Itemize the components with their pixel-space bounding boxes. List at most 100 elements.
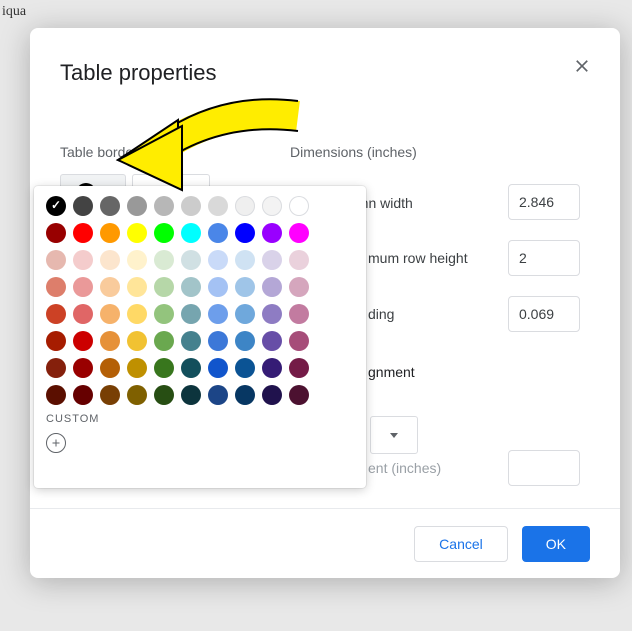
color-swatch[interactable] <box>127 196 147 216</box>
color-swatch[interactable] <box>127 304 147 324</box>
column-width-input[interactable] <box>508 184 580 220</box>
color-swatch[interactable] <box>262 331 282 351</box>
color-swatch[interactable] <box>208 223 228 243</box>
color-picker-popup: CUSTOM <box>34 186 366 488</box>
color-swatch[interactable] <box>289 196 309 216</box>
color-swatch[interactable] <box>208 196 228 216</box>
color-swatch[interactable] <box>73 385 93 405</box>
color-swatch[interactable] <box>46 250 66 270</box>
color-swatch-grid <box>46 196 354 405</box>
color-swatch[interactable] <box>100 277 120 297</box>
color-swatch[interactable] <box>289 331 309 351</box>
cell-padding-label: ding <box>368 306 394 322</box>
cell-padding-input[interactable] <box>508 296 580 332</box>
color-swatch[interactable] <box>289 250 309 270</box>
color-swatch[interactable] <box>46 304 66 324</box>
color-swatch[interactable] <box>154 304 174 324</box>
dimensions-label: Dimensions (inches) <box>290 144 417 160</box>
color-swatch[interactable] <box>127 358 147 378</box>
color-swatch[interactable] <box>181 304 201 324</box>
color-swatch[interactable] <box>208 331 228 351</box>
color-swatch[interactable] <box>289 304 309 324</box>
color-swatch[interactable] <box>46 385 66 405</box>
ok-button[interactable]: OK <box>522 526 590 562</box>
dialog-footer: Cancel OK <box>30 508 620 578</box>
color-swatch[interactable] <box>208 385 228 405</box>
color-swatch[interactable] <box>208 304 228 324</box>
color-swatch[interactable] <box>46 331 66 351</box>
color-swatch[interactable] <box>73 304 93 324</box>
color-swatch[interactable] <box>73 331 93 351</box>
color-swatch[interactable] <box>127 277 147 297</box>
color-swatch[interactable] <box>181 196 201 216</box>
color-swatch[interactable] <box>262 196 282 216</box>
indent-input[interactable] <box>508 450 580 486</box>
dialog-title: Table properties <box>60 60 590 86</box>
color-swatch[interactable] <box>235 223 255 243</box>
color-swatch[interactable] <box>208 250 228 270</box>
color-swatch[interactable] <box>208 358 228 378</box>
close-icon <box>572 56 592 76</box>
color-swatch[interactable] <box>100 250 120 270</box>
color-swatch[interactable] <box>46 277 66 297</box>
color-swatch[interactable] <box>127 250 147 270</box>
color-swatch[interactable] <box>154 196 174 216</box>
color-swatch[interactable] <box>181 385 201 405</box>
close-button[interactable] <box>572 56 596 80</box>
color-swatch[interactable] <box>235 250 255 270</box>
color-swatch[interactable] <box>100 358 120 378</box>
color-swatch[interactable] <box>235 358 255 378</box>
color-swatch[interactable] <box>154 277 174 297</box>
color-swatch[interactable] <box>235 196 255 216</box>
plus-icon <box>50 437 62 449</box>
cancel-button[interactable]: Cancel <box>414 526 508 562</box>
color-swatch[interactable] <box>289 223 309 243</box>
color-swatch[interactable] <box>100 196 120 216</box>
color-swatch[interactable] <box>235 277 255 297</box>
color-swatch[interactable] <box>46 196 66 216</box>
color-swatch[interactable] <box>154 250 174 270</box>
color-swatch[interactable] <box>289 277 309 297</box>
color-swatch[interactable] <box>46 358 66 378</box>
color-swatch[interactable] <box>46 223 66 243</box>
min-row-height-label: mum row height <box>368 250 468 266</box>
color-swatch[interactable] <box>262 304 282 324</box>
color-swatch[interactable] <box>262 223 282 243</box>
color-swatch[interactable] <box>235 385 255 405</box>
color-swatch[interactable] <box>100 223 120 243</box>
color-swatch[interactable] <box>154 331 174 351</box>
color-swatch[interactable] <box>235 331 255 351</box>
color-swatch[interactable] <box>181 277 201 297</box>
color-swatch[interactable] <box>181 331 201 351</box>
color-swatch[interactable] <box>208 277 228 297</box>
color-swatch[interactable] <box>127 385 147 405</box>
color-swatch[interactable] <box>73 223 93 243</box>
color-swatch[interactable] <box>181 223 201 243</box>
color-swatch[interactable] <box>154 223 174 243</box>
color-swatch[interactable] <box>262 277 282 297</box>
color-swatch[interactable] <box>262 385 282 405</box>
color-swatch[interactable] <box>100 385 120 405</box>
alignment-dropdown[interactable] <box>370 416 418 454</box>
color-swatch[interactable] <box>73 250 93 270</box>
color-swatch[interactable] <box>154 385 174 405</box>
color-swatch[interactable] <box>235 304 255 324</box>
color-swatch[interactable] <box>289 358 309 378</box>
row-height-input[interactable] <box>508 240 580 276</box>
color-swatch[interactable] <box>73 196 93 216</box>
color-swatch[interactable] <box>181 250 201 270</box>
color-swatch[interactable] <box>289 385 309 405</box>
color-swatch[interactable] <box>73 277 93 297</box>
color-swatch[interactable] <box>100 304 120 324</box>
color-swatch[interactable] <box>127 331 147 351</box>
color-swatch[interactable] <box>154 358 174 378</box>
indent-label: ent (inches) <box>368 460 441 476</box>
alignment-label: gnment <box>368 364 415 380</box>
color-swatch[interactable] <box>127 223 147 243</box>
color-swatch[interactable] <box>181 358 201 378</box>
color-swatch[interactable] <box>262 250 282 270</box>
color-swatch[interactable] <box>73 358 93 378</box>
color-swatch[interactable] <box>100 331 120 351</box>
add-custom-color-button[interactable] <box>46 433 66 453</box>
color-swatch[interactable] <box>262 358 282 378</box>
